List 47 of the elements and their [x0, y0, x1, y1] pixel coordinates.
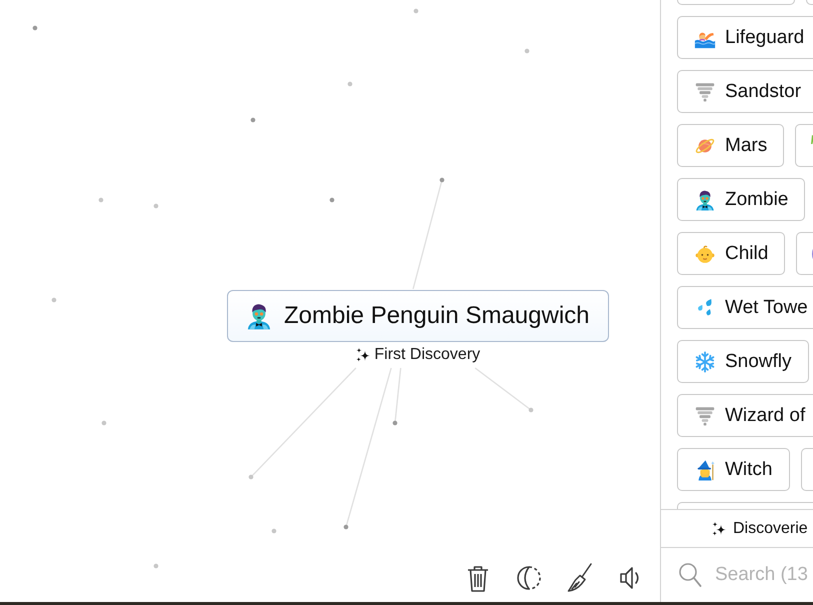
dot-icon	[102, 420, 106, 426]
dot-icon	[392, 420, 398, 426]
tornado-icon	[694, 80, 716, 102]
dot-icon	[440, 178, 444, 182]
element-tile[interactable]	[800, 448, 813, 491]
element-tile[interactable]: Sandstor	[677, 70, 813, 113]
element-tile[interactable]: Child	[677, 232, 786, 275]
dot-icon	[98, 198, 104, 202]
element-tile[interactable]	[795, 124, 813, 167]
dot-icon	[348, 82, 352, 86]
dot-icon	[52, 298, 56, 302]
element-tile[interactable]	[796, 232, 813, 275]
element-tile[interactable]: Lifeguard	[677, 16, 813, 59]
baby-icon	[694, 242, 716, 264]
element-tile[interactable]: Snowfly	[677, 340, 809, 383]
dot-icon	[524, 48, 530, 54]
connector-line	[394, 368, 402, 424]
dot-icon	[248, 474, 254, 480]
discoveries-tab[interactable]: Discoverie	[711, 520, 808, 538]
search-field[interactable]: Search (13	[715, 564, 813, 586]
dot-icon	[528, 408, 534, 412]
dot-icon	[344, 524, 348, 530]
element-tile[interactable]: Wet Towe	[677, 286, 813, 329]
element-tile[interactable]: Zombie Penguin Smaugwich	[227, 290, 608, 342]
sparkles-icon	[711, 520, 727, 536]
dot-icon	[154, 564, 158, 568]
tornado-icon	[694, 404, 716, 426]
element-tile[interactable]: Mars	[677, 124, 784, 167]
snowflake-icon	[694, 350, 716, 372]
element-tile[interactable]: Witch	[677, 448, 790, 491]
element-tile[interactable]	[677, 0, 795, 5]
first-discovery-label: First Discovery	[374, 346, 480, 364]
element-tile[interactable]: Zombie	[677, 178, 806, 221]
dot-icon	[272, 528, 276, 534]
dot-icon	[330, 198, 334, 202]
dot-icon	[154, 204, 158, 208]
zombie-icon	[245, 302, 273, 330]
dot-icon	[32, 26, 38, 30]
element-tile[interactable]: Wizard of	[677, 394, 813, 437]
dot-icon	[414, 8, 418, 14]
element-tile[interactable]	[806, 0, 813, 5]
zombie-icon	[694, 188, 716, 210]
connector-line	[474, 367, 532, 411]
element-tile[interactable]	[677, 502, 813, 509]
search-icon	[678, 562, 702, 588]
sparkles-icon	[355, 347, 372, 363]
dot-icon	[250, 118, 256, 122]
